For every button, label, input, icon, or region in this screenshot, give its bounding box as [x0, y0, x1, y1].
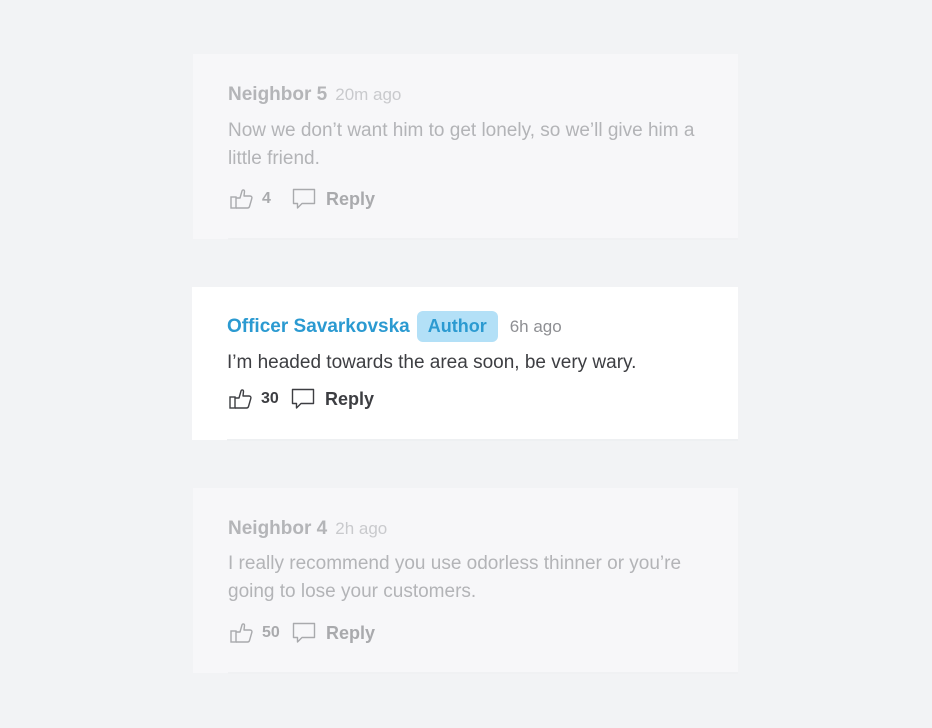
comment-text: I’m headed towards the area soon, be ver… [227, 352, 637, 373]
comment-author[interactable]: Officer Savarkovska [227, 316, 410, 338]
reply-button[interactable]: Reply [326, 623, 375, 644]
thumbs-up-icon[interactable] [230, 188, 254, 210]
comment-timestamp: 20m ago [335, 85, 402, 104]
thumbs-up-icon[interactable] [230, 622, 254, 644]
thumbs-up-icon[interactable] [229, 388, 253, 410]
comment-header: Officer Savarkovska Author 6h ago [227, 311, 562, 342]
comment-header: Neighbor 5 20m ago [228, 84, 401, 106]
comment-timestamp: 6h ago [509, 316, 562, 336]
comment-text: Now we don’t want him to get lonely, so … [228, 120, 695, 169]
divider [227, 439, 738, 441]
speech-bubble-icon[interactable] [291, 388, 315, 410]
comment-actions: 4 Reply [230, 188, 375, 210]
reply-button[interactable]: Reply [325, 389, 374, 410]
like-count: 50 [262, 624, 280, 641]
comment-card: Officer Savarkovska Author 6h ago I’m he… [192, 287, 738, 441]
comment-actions: 50 Reply [230, 622, 375, 644]
comment-author[interactable]: Neighbor 4 [228, 518, 327, 540]
comment-timestamp: 2h ago [335, 519, 388, 538]
comment-actions: 30 Reply [229, 388, 374, 410]
divider [228, 238, 738, 240]
comment-card: Neighbor 5 20m ago Now we don’t want him… [193, 54, 738, 240]
like-count: 30 [261, 390, 279, 407]
author-badge: Author [416, 311, 498, 342]
speech-bubble-icon[interactable] [292, 622, 316, 644]
reply-button[interactable]: Reply [326, 189, 375, 210]
comment-text: I really recommend you use odorless thin… [228, 553, 682, 602]
speech-bubble-icon[interactable] [292, 188, 316, 210]
comment-author[interactable]: Neighbor 5 [228, 84, 327, 106]
like-count: 4 [262, 190, 271, 207]
comment-card: Neighbor 4 2h ago I really recommend you… [193, 488, 738, 674]
divider [228, 672, 738, 674]
comment-header: Neighbor 4 2h ago [228, 518, 387, 540]
